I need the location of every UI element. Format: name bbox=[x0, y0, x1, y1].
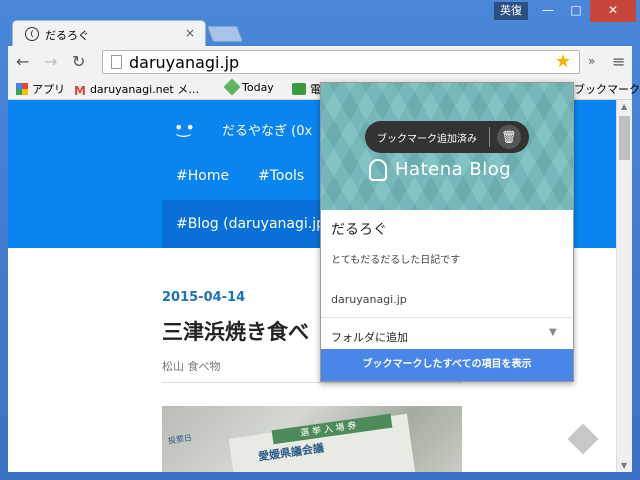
address-bar[interactable]: daruyanagi.jp ★ bbox=[102, 50, 580, 74]
minimize-button[interactable]: — bbox=[534, 0, 562, 22]
bookmark-green[interactable]: 電 bbox=[292, 81, 321, 97]
bookmark-label: daruyanagi.net メ… bbox=[89, 83, 200, 96]
folder-select[interactable]: フォルダに追加 bbox=[331, 329, 408, 345]
bookmark-added-pill: ブックマーク追加済み 🗑 bbox=[365, 121, 529, 153]
site-favicon-icon: ( bbox=[25, 27, 39, 41]
pill-text: ブックマーク追加済み bbox=[377, 134, 477, 145]
chevron-down-icon[interactable]: ▼ bbox=[549, 327, 557, 338]
nav-blog[interactable]: #Blog (daruyanagi.jp bbox=[176, 216, 325, 232]
site-name[interactable]: だるやなぎ (0x bbox=[222, 120, 312, 139]
nav-tools[interactable]: #Tools bbox=[258, 168, 304, 184]
scroll-down-icon[interactable]: ▼ bbox=[621, 461, 627, 470]
today-icon bbox=[223, 78, 241, 96]
hero-brand-text: Hatena Blog bbox=[395, 159, 512, 180]
gmail-icon: M bbox=[74, 84, 86, 98]
post-title[interactable]: 三津浜焼き食べ bbox=[162, 316, 309, 346]
bookmark-label: Today bbox=[242, 81, 274, 94]
back-button[interactable]: ← bbox=[16, 52, 29, 71]
bookmark-label: アプリ bbox=[32, 83, 65, 96]
image-corner-text: 投票日 bbox=[167, 433, 193, 446]
divider bbox=[162, 382, 462, 383]
url-text[interactable]: daruyanagi.jp bbox=[129, 53, 239, 72]
tab-title: だるろぐ bbox=[45, 29, 89, 42]
scroll-up-icon[interactable]: ▲ bbox=[621, 102, 627, 111]
post-date[interactable]: 2015-04-14 bbox=[162, 290, 245, 305]
new-tab-button[interactable] bbox=[207, 26, 243, 42]
scrollbar-thumb[interactable] bbox=[619, 116, 630, 160]
page-icon bbox=[111, 55, 122, 69]
green-icon bbox=[292, 83, 306, 95]
popup-hero-image: Hatena Blog ブックマーク追加済み 🗑 bbox=[321, 83, 573, 210]
extensions-overflow-icon[interactable]: » bbox=[588, 54, 595, 68]
bookmark-gmail[interactable]: Mdaruyanagi.net メ… bbox=[74, 81, 199, 98]
hatena-badge-icon[interactable] bbox=[567, 423, 599, 455]
bookmark-today[interactable]: Today bbox=[223, 78, 274, 96]
show-all-bookmarks-button[interactable]: ブックマークしたすべての項目を表示 bbox=[321, 349, 573, 381]
tab-active[interactable]: ( だるろぐ × bbox=[12, 20, 206, 46]
divider bbox=[321, 317, 573, 318]
bookmark-popup: Hatena Blog ブックマーク追加済み 🗑 だるろぐ とてもだるだるした日… bbox=[320, 82, 574, 382]
bookmark-description[interactable]: とてもだるだるした日記です bbox=[331, 251, 460, 266]
blog-logo-icon[interactable]: •͜• bbox=[174, 118, 197, 137]
pill-divider bbox=[489, 127, 490, 147]
other-bookmarks[interactable]: ブックマーク bbox=[574, 81, 640, 97]
bookmark-star-icon[interactable]: ★ bbox=[555, 51, 571, 72]
scrollbar[interactable]: ▲ ▼ bbox=[616, 100, 632, 472]
close-window-button[interactable]: ✕ bbox=[590, 0, 636, 22]
bookmark-title[interactable]: だるろぐ bbox=[331, 219, 387, 239]
post-categories[interactable]: 松山 食べ物 bbox=[162, 358, 221, 374]
maximize-button[interactable]: □ bbox=[562, 0, 590, 22]
toolbar: ← → ↻ daruyanagi.jp ★ » ≡ bbox=[8, 46, 632, 78]
hatena-logo-icon bbox=[369, 159, 387, 181]
nav-home[interactable]: #Home bbox=[176, 168, 229, 184]
browser-window: 英復 — □ ✕ ( だるろぐ × ← → ↻ daruyanagi.jp ★ … bbox=[0, 0, 640, 480]
bookmark-apps[interactable]: アプリ bbox=[16, 81, 65, 97]
apps-icon bbox=[16, 83, 28, 95]
bookmark-url[interactable]: daruyanagi.jp bbox=[331, 293, 407, 306]
menu-icon[interactable]: ≡ bbox=[612, 52, 625, 71]
trash-icon[interactable]: 🗑 bbox=[497, 125, 521, 149]
post-image: 選 挙 入 場 券 愛媛県議会議 投票日 bbox=[162, 406, 462, 472]
reload-button[interactable]: ↻ bbox=[72, 52, 85, 71]
ime-indicator[interactable]: 英復 bbox=[494, 2, 528, 20]
forward-button[interactable]: → bbox=[44, 52, 57, 71]
tab-close-icon[interactable]: × bbox=[185, 26, 195, 40]
